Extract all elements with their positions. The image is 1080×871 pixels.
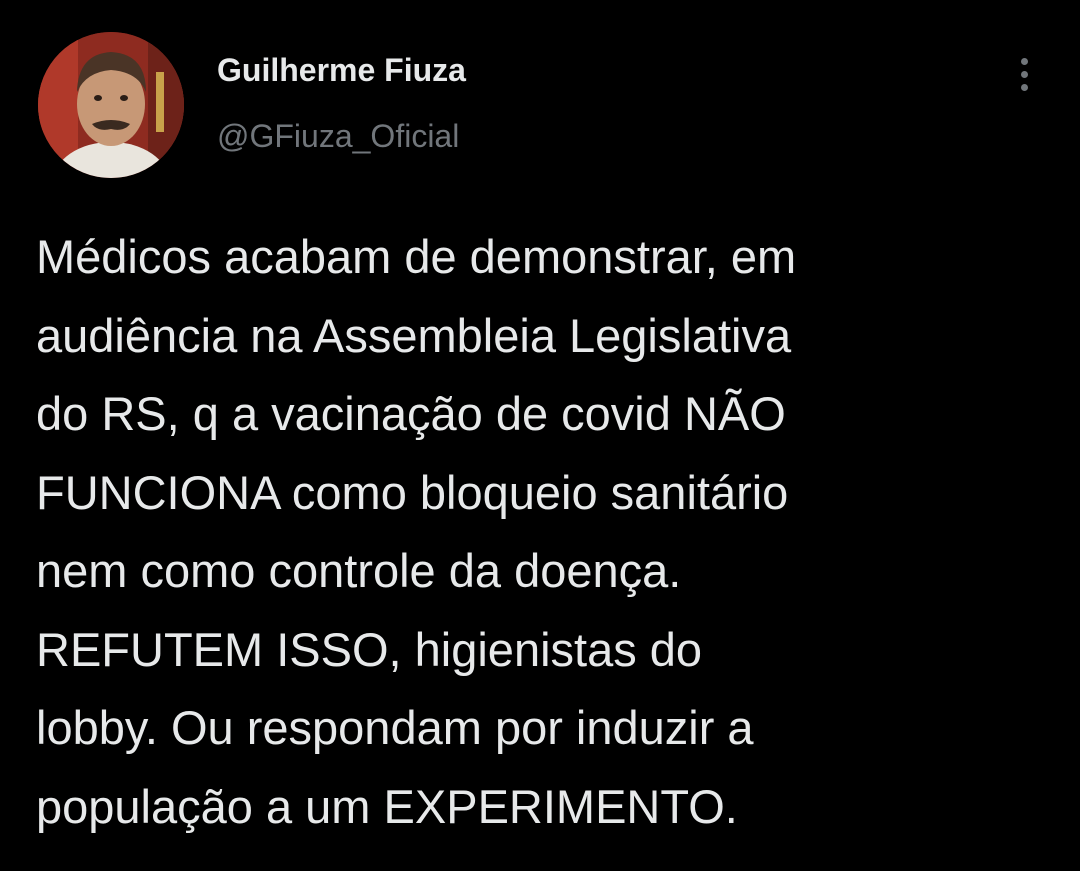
tweet-text-line: audiência na Assembleia Legislativa <box>36 308 792 362</box>
more-vertical-icon <box>1020 57 1028 65</box>
tweet-text-line: REFUTEM ISSO, higienistas do <box>36 622 703 676</box>
tweet-text-line: do RS, q a vacinação de covid NÃO <box>36 387 786 440</box>
tweet-text-line: população a um EXPERIMENTO. <box>36 779 738 833</box>
author-display-name[interactable]: Guilherme Fiuza <box>217 52 466 89</box>
tweet-text-line: lobby. Ou respondam por induzir a <box>36 701 754 754</box>
more-vertical-icon-dot <box>1020 83 1028 91</box>
more-vertical-icon-dot <box>1020 70 1028 78</box>
author-avatar[interactable] <box>38 32 184 178</box>
avatar-image <box>38 32 184 178</box>
tweet-text-line: Médicos acabam de demonstrar, em <box>36 230 797 283</box>
tweet-text-line: nem como controle da doença. <box>36 544 682 597</box>
author-handle[interactable]: @GFiuza_Oficial <box>217 118 459 155</box>
tweet-text-line: FUNCIONA como bloqueio sanitário <box>36 465 789 519</box>
tweet-card: Guilherme Fiuza @GFiuza_Oficial Médicos … <box>0 0 1080 871</box>
tweet-text: Médicos acabam de demonstrar, em audiênc… <box>36 218 1046 846</box>
more-options-button[interactable] <box>1006 52 1042 96</box>
